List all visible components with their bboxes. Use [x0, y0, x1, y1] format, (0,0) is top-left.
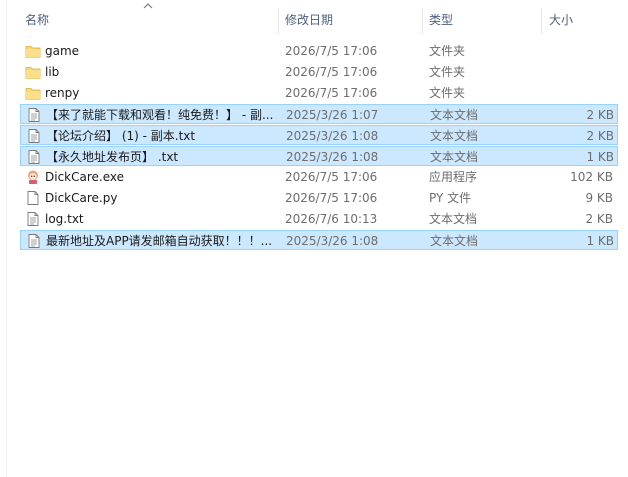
file-name: DickCare.py [45, 191, 118, 205]
column-header-bar: 名称 修改日期 类型 大小 [0, 0, 628, 40]
file-row[interactable]: log.txt 2026/7/6 10:13 文本文档 2 KB [20, 209, 618, 229]
navigation-pane-edge [0, 0, 7, 477]
file-name: 【来了就能下载和观看！纯免费！】 - 副... [46, 108, 274, 122]
file-size: 1 KB [586, 234, 614, 248]
file-date: 2026/7/6 10:13 [285, 212, 378, 226]
text-file-icon [26, 149, 42, 165]
file-size: 2 KB [586, 108, 614, 122]
file-date: 2025/3/26 1:08 [286, 129, 379, 143]
file-row[interactable]: game 2026/7/5 17:06 文件夹 [20, 41, 618, 61]
text-file-icon [25, 211, 41, 227]
column-header-date[interactable]: 修改日期 [285, 7, 415, 33]
file-row[interactable]: 最新地址及APP请发邮箱自动获取！！！... 2025/3/26 1:08 文本… [20, 230, 618, 250]
file-date: 2026/7/5 17:06 [285, 191, 378, 205]
file-date: 2026/7/5 17:06 [285, 170, 378, 184]
file-name: game [45, 44, 80, 58]
file-name: log.txt [45, 212, 84, 226]
column-header-name[interactable]: 名称 [25, 7, 275, 33]
file-type: 文本文档 [430, 129, 479, 143]
column-divider[interactable] [278, 8, 279, 34]
file-type: 文本文档 [430, 108, 479, 122]
file-size [540, 41, 613, 61]
file-name: 【论坛介绍】 (1) - 副本.txt [46, 129, 196, 143]
file-date: 2025/3/26 1:08 [286, 150, 379, 164]
file-row[interactable]: DickCare.py 2026/7/5 17:06 PY 文件 9 KB [20, 188, 618, 208]
file-type: 文件夹 [429, 65, 466, 79]
file-size: 2 KB [586, 129, 614, 143]
file-type: 文本文档 [430, 234, 479, 248]
file-size [540, 62, 613, 82]
file-row[interactable]: 【永久地址发布页】 .txt 2025/3/26 1:08 文本文档 1 KB [20, 146, 618, 166]
file-size: 2 KB [585, 212, 613, 226]
text-file-icon [26, 233, 42, 249]
file-type: 应用程序 [429, 170, 478, 184]
folder-icon [25, 85, 41, 101]
app-icon [25, 169, 41, 185]
file-name: renpy [45, 86, 80, 100]
file-name: DickCare.exe [45, 170, 125, 184]
file-type: 文件夹 [429, 44, 466, 58]
column-header-size[interactable]: 大小 [549, 7, 619, 33]
blank-file-icon [25, 190, 41, 206]
file-row[interactable]: renpy 2026/7/5 17:06 文件夹 [20, 83, 618, 103]
folder-icon [25, 64, 41, 80]
file-name: 【永久地址发布页】 .txt [46, 150, 179, 164]
column-divider[interactable] [422, 8, 423, 34]
file-name: lib [45, 65, 60, 79]
file-date: 2026/7/5 17:06 [285, 44, 378, 58]
file-name: 最新地址及APP请发邮箱自动获取！！！... [46, 234, 273, 248]
file-row[interactable]: 【论坛介绍】 (1) - 副本.txt 2025/3/26 1:08 文本文档 … [20, 125, 618, 145]
file-size [540, 83, 613, 103]
text-file-icon [26, 128, 42, 144]
column-header-type[interactable]: 类型 [429, 7, 534, 33]
file-row[interactable]: 【来了就能下载和观看！纯免费！】 - 副... 2025/3/26 1:07 文… [20, 104, 618, 124]
file-date: 2025/3/26 1:07 [286, 108, 379, 122]
file-type: 文件夹 [429, 86, 466, 100]
column-divider[interactable] [541, 8, 542, 34]
folder-icon [25, 43, 41, 59]
file-date: 2026/7/5 17:06 [285, 86, 378, 100]
file-type: PY 文件 [429, 191, 472, 205]
file-row[interactable]: DickCare.exe 2026/7/5 17:06 应用程序 102 KB [20, 167, 618, 187]
file-type: 文本文档 [430, 150, 479, 164]
file-row[interactable]: lib 2026/7/5 17:06 文件夹 [20, 62, 618, 82]
text-file-icon [26, 107, 42, 123]
file-size: 102 KB [570, 170, 613, 184]
file-type: 文本文档 [429, 212, 478, 226]
file-size: 1 KB [586, 150, 614, 164]
file-date: 2025/3/26 1:08 [286, 234, 379, 248]
file-size: 9 KB [585, 191, 613, 205]
file-date: 2026/7/5 17:06 [285, 65, 378, 79]
